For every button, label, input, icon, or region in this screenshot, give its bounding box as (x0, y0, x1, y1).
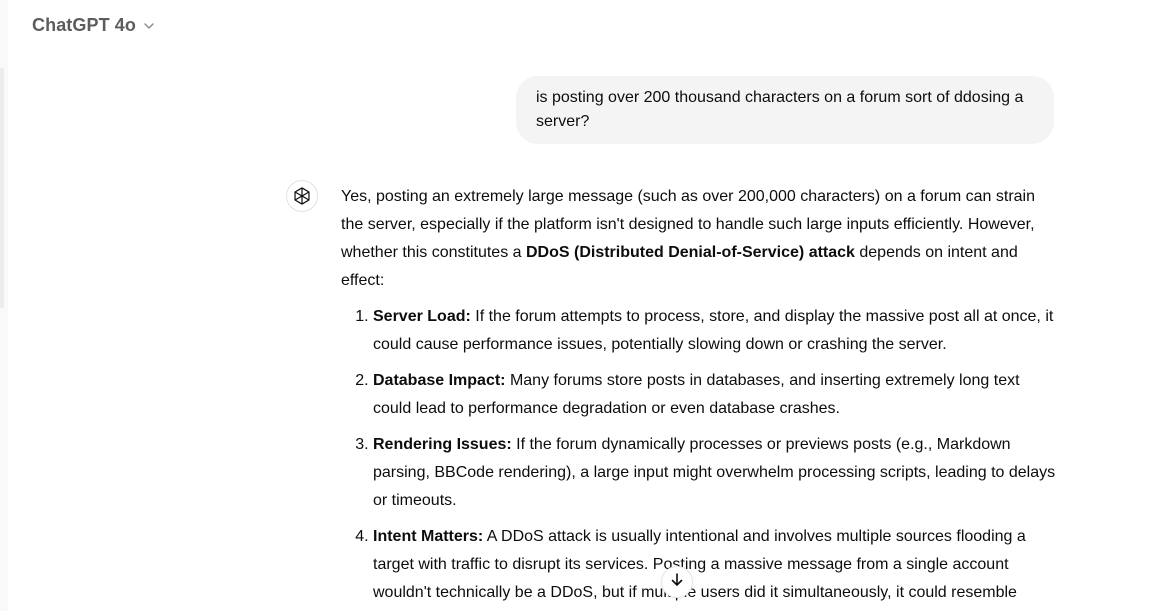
model-selector[interactable]: ChatGPT 4o (24, 6, 164, 44)
user-message-text: is posting over 200 thousand characters … (536, 89, 1024, 130)
list-item-title: Database Impact: (373, 372, 506, 389)
list-item: Intent Matters: A DDoS attack is usually… (373, 523, 1057, 607)
assistant-message: Yes, posting an extremely large message … (341, 183, 1057, 615)
list-item-title: Rendering Issues: (373, 436, 512, 453)
openai-logo-icon (286, 180, 318, 212)
arrow-down-icon (669, 572, 685, 593)
sidebar-scrollbar[interactable] (0, 68, 4, 308)
list-item: Database Impact: Many forums store posts… (373, 367, 1057, 423)
list-item-title: Intent Matters: (373, 528, 484, 545)
model-label: ChatGPT 4o (32, 14, 137, 35)
list-item: Server Load: If the forum attempts to pr… (373, 303, 1057, 359)
assistant-list: Server Load: If the forum attempts to pr… (341, 303, 1057, 607)
intro-bold-text: DDoS (Distributed Denial-of-Service) att… (525, 244, 855, 261)
sidebar-edge (0, 0, 8, 611)
list-item: Rendering Issues: If the forum dynamical… (373, 431, 1057, 515)
chevron-down-icon (142, 19, 156, 33)
user-message-bubble: is posting over 200 thousand characters … (516, 76, 1054, 144)
scroll-to-bottom-button[interactable] (661, 566, 693, 598)
list-item-title: Server Load: (373, 308, 471, 325)
assistant-intro: Yes, posting an extremely large message … (341, 183, 1057, 295)
list-item-text: If the forum attempts to process, store,… (373, 308, 1054, 353)
